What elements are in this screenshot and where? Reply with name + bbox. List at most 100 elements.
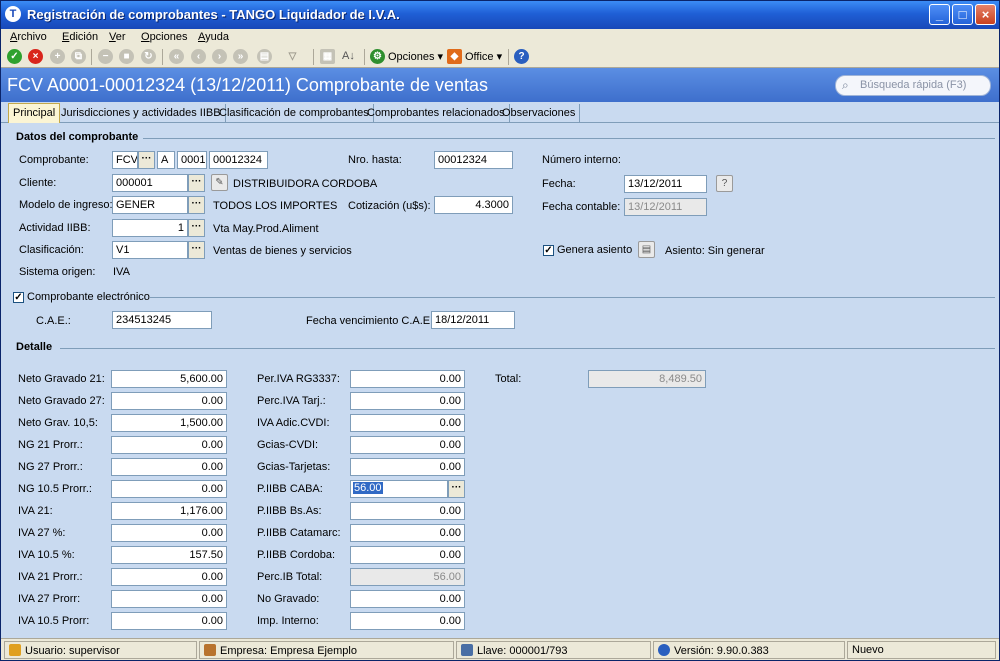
comprobante-electronico-checkbox[interactable]: ✓ bbox=[13, 292, 24, 303]
neto-grav-105-field[interactable]: 1,500.00 bbox=[111, 414, 227, 432]
nro-hasta-field[interactable]: 00012324 bbox=[434, 151, 513, 169]
piibb-caba-lookup-button[interactable]: ··· bbox=[448, 480, 465, 498]
comprobante-tipo-lookup-button[interactable]: ··· bbox=[138, 151, 155, 169]
perc-ib-total-field: 56.00 bbox=[350, 568, 465, 586]
options-gear-icon[interactable]: ⚙ bbox=[370, 49, 385, 64]
quick-search-input[interactable]: ⌕ Búsqueda rápida (F3) bbox=[835, 75, 991, 96]
grid-view-icon[interactable]: ▦ bbox=[320, 49, 335, 64]
toolbar-separator bbox=[91, 49, 92, 65]
sort-icon[interactable]: A↓ bbox=[342, 50, 355, 62]
office-icon[interactable]: ◆ bbox=[447, 49, 462, 64]
detalle-label: IVA Adic.CVDI: bbox=[257, 417, 330, 429]
cae-label: C.A.E.: bbox=[36, 315, 71, 327]
total-field: 8,489.50 bbox=[588, 370, 706, 388]
detalle-label: Per.IVA RG3337: bbox=[257, 373, 340, 385]
cotizacion-field[interactable]: 4.3000 bbox=[434, 196, 513, 214]
comprobante-pv-field[interactable]: 0001 bbox=[177, 151, 207, 169]
piibb-caba-field[interactable]: 56.00 bbox=[350, 480, 448, 498]
per-iva-rg3337-field[interactable]: 0.00 bbox=[350, 370, 465, 388]
menu-archivo[interactable]: Archivo bbox=[10, 31, 47, 43]
next-record-icon[interactable]: › bbox=[212, 49, 227, 64]
cae-field[interactable]: 234513245 bbox=[112, 311, 212, 329]
cancel-icon[interactable]: × bbox=[28, 49, 43, 64]
section-divider bbox=[150, 297, 995, 298]
genera-asiento-checkbox[interactable]: ✓ bbox=[543, 245, 554, 256]
fecha-field[interactable]: 13/12/2011 bbox=[624, 175, 707, 193]
neto-gravado-21-field[interactable]: 5,600.00 bbox=[111, 370, 227, 388]
fecha-venc-cae-field[interactable]: 18/12/2011 bbox=[431, 311, 515, 329]
tab-comprobantes-relacionados[interactable]: Comprobantes relacionados bbox=[363, 104, 510, 123]
delete-icon[interactable]: − bbox=[98, 49, 113, 64]
actividad-field[interactable]: 1 bbox=[112, 219, 188, 237]
modelo-field[interactable]: GENER bbox=[112, 196, 188, 214]
tab-principal[interactable]: Principal bbox=[8, 103, 61, 124]
menu-edicion[interactable]: Edición bbox=[62, 31, 98, 43]
previous-record-icon[interactable]: ‹ bbox=[191, 49, 206, 64]
menu-ver[interactable]: Ver bbox=[109, 31, 126, 43]
help-icon[interactable]: ? bbox=[514, 49, 529, 64]
iva-adic-cvdi-field[interactable]: 0.00 bbox=[350, 414, 465, 432]
close-window-button[interactable]: × bbox=[975, 4, 996, 25]
opciones-menu-button[interactable]: Opciones ▾ bbox=[388, 50, 443, 63]
iva-21-field[interactable]: 1,176.00 bbox=[111, 502, 227, 520]
calendar-help-icon[interactable]: ? bbox=[716, 175, 733, 192]
office-menu-button[interactable]: Office ▾ bbox=[465, 50, 502, 63]
status-llave-text: Llave: 000001/793 bbox=[477, 645, 568, 657]
perc-iva-tarj-field[interactable]: 0.00 bbox=[350, 392, 465, 410]
ng-21-prorr-field[interactable]: 0.00 bbox=[111, 436, 227, 454]
iva-105-prorr-field[interactable]: 0.00 bbox=[111, 612, 227, 630]
ng-105-prorr-field[interactable]: 0.00 bbox=[111, 480, 227, 498]
piibb-catamarca-field[interactable]: 0.00 bbox=[350, 524, 465, 542]
iva-21-prorr-field[interactable]: 0.00 bbox=[111, 568, 227, 586]
iva-105-field[interactable]: 157.50 bbox=[111, 546, 227, 564]
detalle-label: P.IIBB Bs.As: bbox=[257, 505, 322, 517]
toolbar-separator bbox=[162, 49, 163, 65]
stop-icon[interactable]: ■ bbox=[119, 49, 134, 64]
tab-observaciones[interactable]: Observaciones bbox=[498, 104, 581, 123]
gcias-tarjetas-field[interactable]: 0.00 bbox=[350, 458, 465, 476]
gcias-cvdi-field[interactable]: 0.00 bbox=[350, 436, 465, 454]
modelo-lookup-button[interactable]: ··· bbox=[188, 196, 205, 214]
cliente-lookup-button[interactable]: ··· bbox=[188, 174, 205, 192]
imp-interno-field[interactable]: 0.00 bbox=[350, 612, 465, 630]
last-record-icon[interactable]: » bbox=[233, 49, 248, 64]
neto-gravado-27-field[interactable]: 0.00 bbox=[111, 392, 227, 410]
minimize-button[interactable]: _ bbox=[929, 4, 950, 25]
piibb-bsas-field[interactable]: 0.00 bbox=[350, 502, 465, 520]
form-panel: Datos del comprobante Comprobante: FCV ·… bbox=[5, 123, 995, 636]
clasificacion-field[interactable]: V1 bbox=[112, 241, 188, 259]
title-bar[interactable]: T Registración de comprobantes - TANGO L… bbox=[1, 1, 999, 29]
menu-opciones[interactable]: Opciones bbox=[141, 31, 187, 43]
actividad-lookup-button[interactable]: ··· bbox=[188, 219, 205, 237]
accept-icon[interactable]: ✓ bbox=[7, 49, 22, 64]
actividad-desc: Vta May.Prod.Aliment bbox=[213, 223, 319, 235]
comprobante-numero-field[interactable]: 00012324 bbox=[209, 151, 268, 169]
application-window: T Registración de comprobantes - TANGO L… bbox=[0, 0, 1000, 661]
total-label: Total: bbox=[495, 373, 522, 385]
cliente-codigo-field[interactable]: 000001 bbox=[112, 174, 188, 192]
menu-ayuda[interactable]: Ayuda bbox=[198, 31, 229, 43]
clasificacion-lookup-button[interactable]: ··· bbox=[188, 241, 205, 259]
comprobante-tipo-field[interactable]: FCV bbox=[112, 151, 138, 169]
cliente-nombre: DISTRIBUIDORA CORDOBA bbox=[233, 178, 378, 190]
piibb-cordoba-field[interactable]: 0.00 bbox=[350, 546, 465, 564]
ng-27-prorr-field[interactable]: 0.00 bbox=[111, 458, 227, 476]
maximize-button[interactable]: □ bbox=[952, 4, 973, 25]
comprobante-letra-field[interactable]: A bbox=[157, 151, 175, 169]
copy-icon[interactable]: ⧉ bbox=[71, 49, 86, 64]
cliente-label: Cliente: bbox=[19, 177, 57, 189]
refresh-icon[interactable]: ↻ bbox=[141, 49, 156, 64]
filter-icon[interactable]: ▽ bbox=[285, 49, 300, 64]
no-gravado-field[interactable]: 0.00 bbox=[350, 590, 465, 608]
status-estado: Nuevo bbox=[847, 641, 996, 659]
tab-jurisdicciones[interactable]: Jurisdicciones y actividades IIBB bbox=[57, 104, 226, 123]
add-icon[interactable]: + bbox=[50, 49, 65, 64]
iva-27-prorr-field[interactable]: 0.00 bbox=[111, 590, 227, 608]
detalle-label: No Gravado: bbox=[257, 593, 320, 605]
print-icon[interactable]: ▤ bbox=[257, 49, 272, 64]
tab-clasificacion[interactable]: Clasificación de comprobantes bbox=[215, 104, 374, 123]
first-record-icon[interactable]: « bbox=[169, 49, 184, 64]
cliente-info-icon[interactable]: ✎ bbox=[211, 174, 228, 191]
asiento-icon[interactable]: ▤ bbox=[638, 241, 655, 258]
iva-27-field[interactable]: 0.00 bbox=[111, 524, 227, 542]
